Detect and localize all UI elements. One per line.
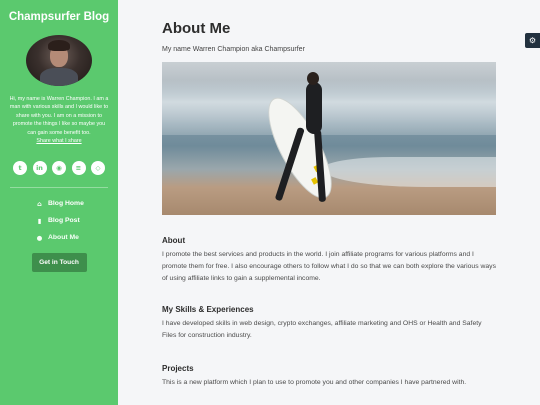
section-about: About I promote the best services and pr… (162, 236, 496, 285)
section-text: I have developed skills in web design, c… (162, 320, 482, 339)
codepen-icon[interactable]: ◇ (91, 161, 105, 176)
nav-item-about-me[interactable]: ● About Me (0, 229, 118, 246)
user-icon: ● (36, 233, 43, 242)
blog-name[interactable]: Champsurfer Blog (0, 11, 118, 23)
bookmark-icon: ▮ (37, 216, 42, 225)
gear-icon[interactable]: ⚙ (525, 33, 540, 48)
section-text: I promote the best services and products… (162, 251, 496, 282)
section-title: My Skills & Experiences (162, 305, 254, 314)
nav-label: About Me (48, 234, 79, 242)
bio: Hi, my name is Warren Champion. I am a m… (0, 95, 118, 145)
social-links: t in ◉ ≡ ◇ (0, 161, 118, 176)
get-in-touch-button[interactable]: Get in Touch (31, 253, 87, 273)
section-text: This is a new platform which I plan to u… (162, 379, 467, 386)
nav-item-blog-post[interactable]: ▮ Blog Post (0, 212, 118, 229)
page-subtitle: My name Warren Champion aka Champsurfer (162, 46, 305, 53)
sidebar: Champsurfer Blog Hi, my name is Warren C… (0, 0, 118, 405)
sidebar-divider (10, 187, 108, 189)
nav-label: Blog Post (48, 217, 80, 225)
linkedin-icon[interactable]: in (32, 161, 47, 176)
nav-label: Blog Home (48, 200, 84, 208)
hero-image-surfer (162, 62, 496, 215)
page-title: About Me (162, 20, 231, 37)
nav-item-blog-home[interactable]: ⌂ Blog Home (0, 195, 118, 212)
section-projects: Projects This is a new platform which I … (162, 364, 496, 389)
section-title: About (162, 236, 186, 245)
sidebar-nav: ⌂ Blog Home ▮ Blog Post ● About Me (0, 195, 118, 246)
section-skills: My Skills & Experiences I have developed… (162, 305, 496, 342)
home-icon: ⌂ (37, 199, 42, 208)
share-link[interactable]: Share what I share (36, 138, 81, 144)
github-icon[interactable]: ◉ (52, 161, 66, 176)
bio-text: Hi, my name is Warren Champion. I am a m… (9, 96, 109, 136)
avatar (26, 35, 92, 86)
main-content: About Me My name Warren Champion aka Cha… (162, 0, 496, 389)
twitter-icon[interactable]: t (13, 161, 27, 176)
stack-overflow-icon[interactable]: ≡ (71, 161, 86, 176)
section-title: Projects (162, 364, 194, 373)
